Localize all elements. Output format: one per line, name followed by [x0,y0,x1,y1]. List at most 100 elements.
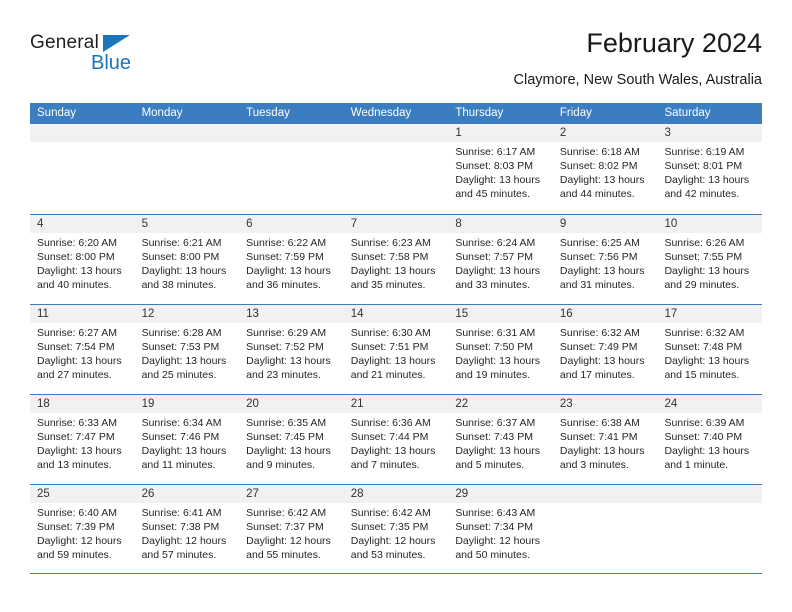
day-number: 12 [134,305,240,323]
day-sun-info: Sunrise: 6:23 AM Sunset: 7:58 PM Daylight:… [344,233,449,292]
day-number: 24 [657,395,763,413]
calendar-day-cell[interactable]: 23 Sunrise: 6:38 AM Sunset: 7:41 PM Dayligh… [552,395,658,484]
general-blue-logo: General Blue [30,32,150,84]
sunset-time: Sunset: 7:46 PM [141,431,220,443]
day-sun-info: Sunrise: 6:32 AM Sunset: 7:48 PM Daylight:… [657,323,762,382]
calendar-day-cell[interactable]: 9 Sunrise: 6:25 AM Sunset: 7:56 PM Daylight… [552,215,658,304]
daylight-duration-line2: and 13 minutes. [37,459,112,471]
day-number [552,485,658,503]
logo-text-blue: Blue [91,52,132,74]
daylight-duration-line2: and 7 minutes. [350,459,420,471]
daylight-duration-line2: and 29 minutes. [664,279,740,291]
sunset-time: Sunset: 7:48 PM [664,341,743,353]
sunset-time: Sunset: 7:35 PM [350,521,429,533]
calendar-day-cell[interactable]: 22 Sunrise: 6:37 AM Sunset: 7:43 PM Dayligh… [448,395,553,484]
day-number: 20 [239,395,344,413]
calendar-day-cell[interactable]: 27 Sunrise: 6:42 AM Sunset: 7:37 PM Dayligh… [239,485,344,573]
sunrise-time: Sunrise: 6:19 AM [664,146,745,158]
calendar-day-cell[interactable]: 6 Sunrise: 6:22 AM Sunset: 7:59 PM Daylight… [239,215,344,304]
sunrise-time: Sunrise: 6:40 AM [37,507,117,519]
sunset-time: Sunset: 8:01 PM [664,160,743,172]
calendar-day-cell[interactable]: 2 Sunrise: 6:18 AM Sunset: 8:02 PM Daylight… [552,124,658,214]
daylight-duration-line2: and 40 minutes. [37,279,112,291]
day-sun-info: Sunrise: 6:33 AM Sunset: 7:47 PM Daylight:… [30,413,135,472]
daylight-duration-line2: and 25 minutes. [141,369,217,381]
weekday-header-monday: Monday [141,107,183,119]
sunset-time: Sunset: 7:54 PM [37,341,115,353]
sunset-time: Sunset: 7:38 PM [141,521,220,533]
daylight-duration-line2: and 53 minutes. [350,549,426,561]
calendar-day-cell[interactable]: 3 Sunrise: 6:19 AM Sunset: 8:01 PM Daylight… [657,124,763,214]
daylight-duration-line1: Daylight: 13 hours [559,355,645,367]
calendar-day-cell[interactable]: 24 Sunrise: 6:39 AM Sunset: 7:40 PM Dayligh… [657,395,763,484]
daylight-duration-line2: and 31 minutes. [559,279,635,291]
calendar-day-cell[interactable]: 5 Sunrise: 6:21 AM Sunset: 8:00 PM Daylight… [134,215,240,304]
day-number: 27 [239,485,344,503]
day-number [657,485,763,503]
day-number: 23 [552,395,658,413]
sunrise-time: Sunrise: 6:37 AM [455,417,536,429]
calendar-week-row: 1 Sunrise: 6:17 AM Sunset: 8:03 PM Daylight… [30,124,763,214]
day-sun-info: Sunrise: 6:42 AM Sunset: 7:35 PM Daylight:… [344,503,449,562]
calendar-day-cell[interactable]: 13 Sunrise: 6:29 AM Sunset: 7:52 PM Dayligh… [239,305,344,394]
calendar-day-cell[interactable]: 25 Sunrise: 6:40 AM Sunset: 7:39 PM Dayligh… [30,485,135,573]
calendar-day-cell[interactable]: 7 Sunrise: 6:23 AM Sunset: 7:58 PM Daylight… [343,215,449,304]
calendar-day-cell[interactable]: 26 Sunrise: 6:41 AM Sunset: 7:38 PM Dayligh… [134,485,240,573]
day-number: 15 [448,305,553,323]
sunset-time: Sunset: 7:47 PM [37,431,115,443]
sunrise-time: Sunrise: 6:42 AM [350,507,431,519]
calendar-day-cell[interactable]: 1 Sunrise: 6:17 AM Sunset: 8:03 PM Daylight… [448,124,553,214]
weekday-header-friday: Friday [559,107,592,119]
calendar-day-cell[interactable]: 12 Sunrise: 6:28 AM Sunset: 7:53 PM Dayligh… [134,305,240,394]
calendar-weeks: 1 Sunrise: 6:17 AM Sunset: 8:03 PM Daylight… [30,124,763,574]
day-sun-info: Sunrise: 6:34 AM Sunset: 7:46 PM Daylight:… [135,413,240,472]
calendar-day-cell[interactable]: 18 Sunrise: 6:33 AM Sunset: 7:47 PM Dayligh… [30,395,135,484]
sunset-time: Sunset: 7:41 PM [559,431,638,443]
daylight-duration-line2: and 11 minutes. [141,459,216,471]
calendar-page: General Blue February 2024 Claymore, New… [0,0,792,612]
weekday-header-tuesday: Tuesday [246,107,290,119]
sunset-time: Sunset: 7:52 PM [246,341,324,353]
day-sun-info: Sunrise: 6:39 AM Sunset: 7:40 PM Daylight:… [657,413,762,472]
sunrise-time: Sunrise: 6:17 AM [455,146,536,158]
day-sun-info: Sunrise: 6:21 AM Sunset: 8:00 PM Daylight:… [135,233,240,292]
calendar-day-cell[interactable]: 21 Sunrise: 6:36 AM Sunset: 7:44 PM Dayligh… [343,395,449,484]
calendar-day-cell[interactable]: 16 Sunrise: 6:32 AM Sunset: 7:49 PM Dayligh… [552,305,658,394]
daylight-duration-line1: Daylight: 13 hours [664,265,750,277]
sunset-time: Sunset: 7:50 PM [455,341,533,353]
calendar-day-cell[interactable]: 19 Sunrise: 6:34 AM Sunset: 7:46 PM Dayligh… [134,395,240,484]
day-sun-info: Sunrise: 6:19 AM Sunset: 8:01 PM Daylight:… [657,142,762,201]
daylight-duration-line2: and 17 minutes. [559,369,635,381]
logo-text-general: General [30,32,99,53]
calendar-day-cell[interactable]: 8 Sunrise: 6:24 AM Sunset: 7:57 PM Daylight… [448,215,553,304]
calendar-day-cell[interactable]: 14 Sunrise: 6:30 AM Sunset: 7:51 PM Dayligh… [343,305,449,394]
day-sun-info: Sunrise: 6:32 AM Sunset: 7:49 PM Daylight:… [553,323,658,382]
sunset-time: Sunset: 7:49 PM [559,341,638,353]
daylight-duration-line2: and 21 minutes. [350,369,426,381]
day-sun-info: Sunrise: 6:31 AM Sunset: 7:50 PM Daylight:… [448,323,553,382]
calendar-day-cell[interactable]: 17 Sunrise: 6:32 AM Sunset: 7:48 PM Dayligh… [657,305,763,394]
day-sun-info: Sunrise: 6:36 AM Sunset: 7:44 PM Daylight:… [344,413,449,472]
sunset-time: Sunset: 8:02 PM [559,160,638,172]
day-number: 10 [657,215,763,233]
calendar-day-cell[interactable]: 29 Sunrise: 6:43 AM Sunset: 7:34 PM Dayligh… [448,485,553,573]
page-header: General Blue February 2024 Claymore, New… [30,28,762,98]
sunrise-time: Sunrise: 6:41 AM [141,507,222,519]
calendar-day-cell[interactable]: 20 Sunrise: 6:35 AM Sunset: 7:45 PM Dayligh… [239,395,344,484]
sunset-time: Sunset: 8:00 PM [37,251,115,263]
sunset-time: Sunset: 7:40 PM [664,431,743,443]
calendar-day-cell[interactable]: 28 Sunrise: 6:42 AM Sunset: 7:35 PM Dayligh… [343,485,449,573]
sunset-time: Sunset: 7:56 PM [559,251,638,263]
calendar-day-cell[interactable]: 10 Sunrise: 6:26 AM Sunset: 7:55 PM Dayligh… [657,215,763,304]
daylight-duration-line1: Daylight: 13 hours [664,355,750,367]
day-number [30,124,135,142]
weekday-header-wednesday: Wednesday [350,107,412,119]
daylight-duration-line1: Daylight: 13 hours [246,355,331,367]
day-sun-info: Sunrise: 6:18 AM Sunset: 8:02 PM Daylight:… [553,142,658,201]
sunrise-time: Sunrise: 6:18 AM [559,146,640,158]
sunrise-time: Sunrise: 6:27 AM [37,327,117,339]
calendar-day-cell[interactable]: 4 Sunrise: 6:20 AM Sunset: 8:00 PM Daylight… [30,215,135,304]
day-number: 16 [552,305,658,323]
calendar-day-cell[interactable]: 15 Sunrise: 6:31 AM Sunset: 7:50 PM Dayligh… [448,305,553,394]
calendar-day-cell[interactable]: 11 Sunrise: 6:27 AM Sunset: 7:54 PM Dayligh… [30,305,135,394]
